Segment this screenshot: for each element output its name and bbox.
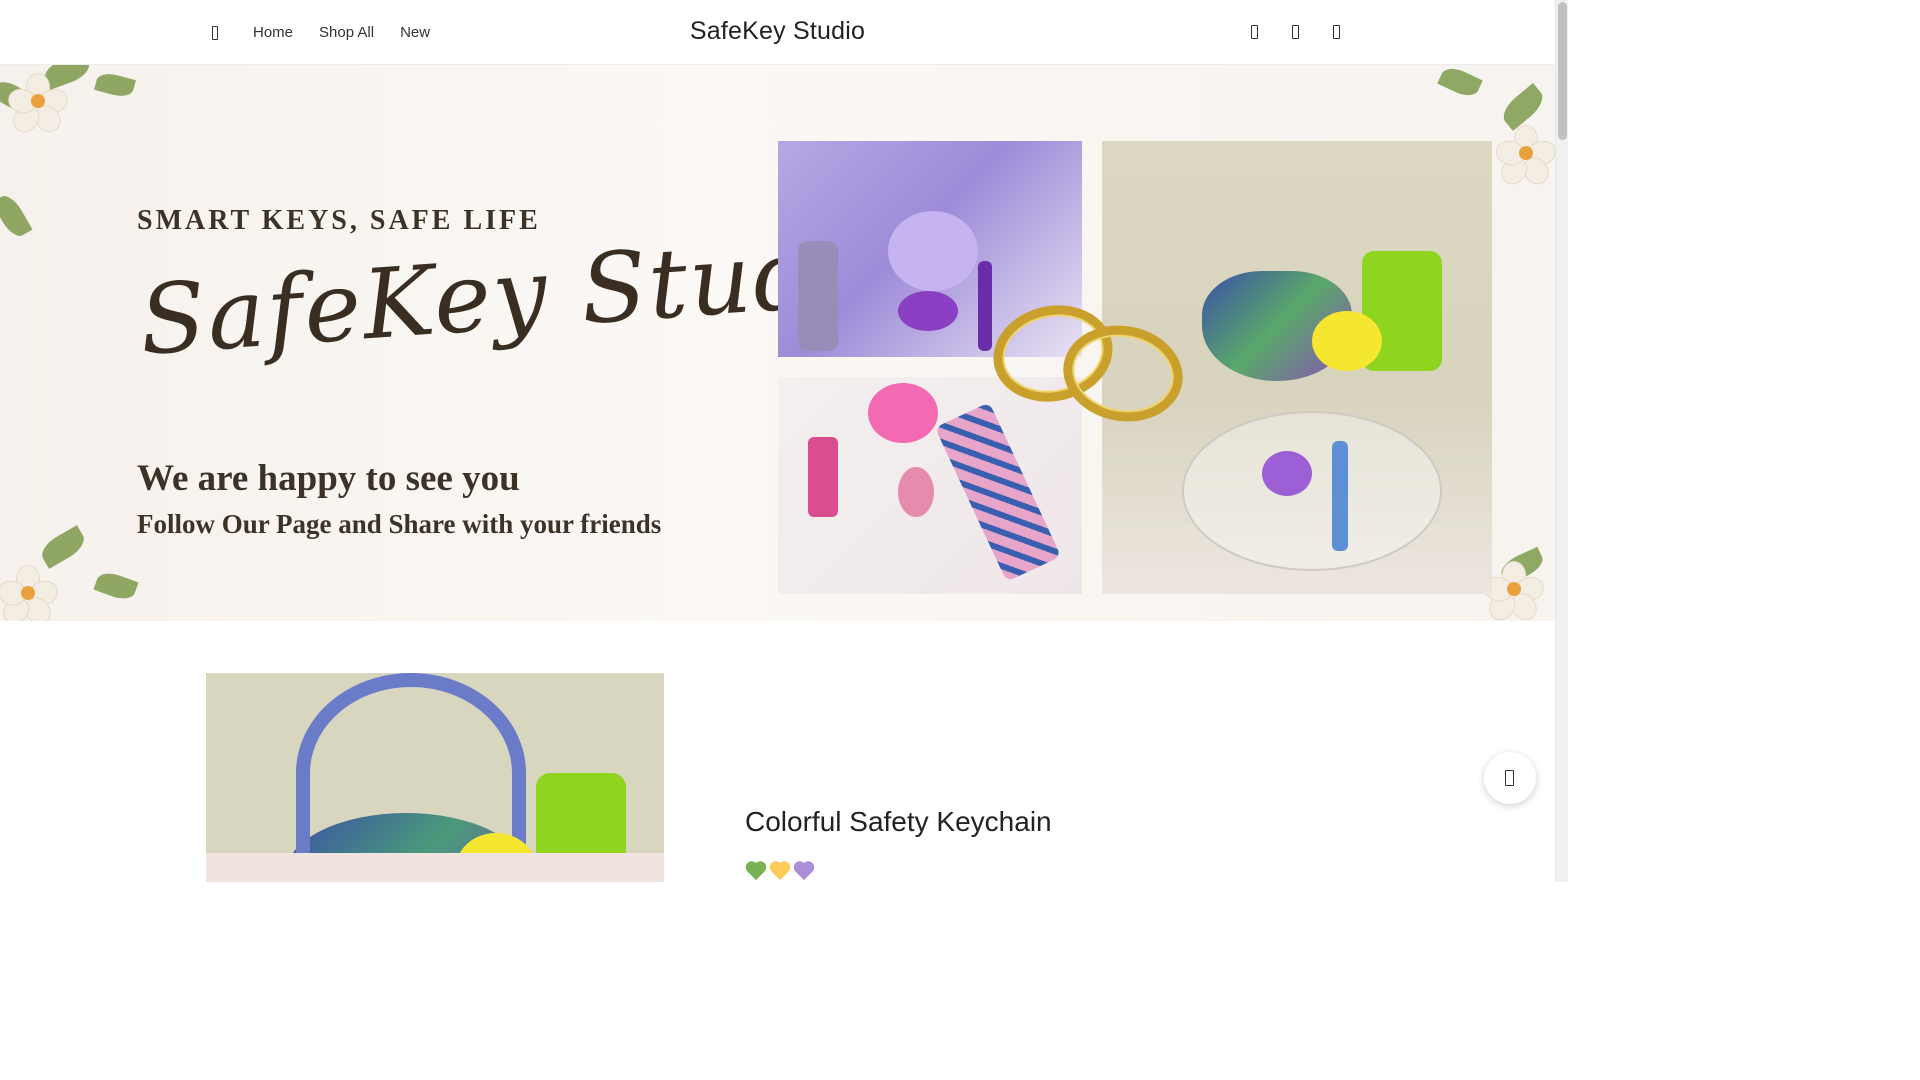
leaf-decoration: [0, 191, 33, 241]
scrollbar-thumb[interactable]: [1558, 2, 1567, 140]
yellow-heart-icon: [769, 862, 791, 882]
flower-decoration: [4, 73, 72, 138]
product-image[interactable]: [206, 673, 664, 882]
hero-tagline: SMART KEYS, SAFE LIFE: [137, 205, 541, 236]
product-emoji-hearts: [745, 862, 815, 882]
chat-icon[interactable]: [1484, 752, 1536, 804]
flower-decoration: [0, 565, 62, 621]
hero-follow-text: Follow Our Page and Share with your frie…: [137, 509, 662, 539]
hero-banner: SMART KEYS, SAFE LIFE SafeKey Studio We …: [0, 65, 1555, 621]
leaf-decoration: [93, 568, 139, 604]
hero-welcome-text: We are happy to see you: [137, 458, 520, 499]
account-icon[interactable]: [1289, 22, 1303, 42]
leaf-decoration: [94, 70, 136, 100]
search-icon[interactable]: [1248, 22, 1262, 42]
leaf-decoration: [37, 525, 89, 569]
flower-decoration: [1480, 561, 1548, 621]
header-actions: [1248, 22, 1344, 42]
green-heart-icon: [745, 862, 767, 882]
purple-heart-icon: [793, 862, 815, 882]
product-title: Colorful Safety Keychain: [745, 806, 1052, 837]
cart-icon[interactable]: [1330, 22, 1344, 42]
flower-decoration: [1492, 125, 1555, 190]
site-header: Home Shop All New SafeKey Studio: [0, 0, 1555, 65]
collage-pink-keychains: [778, 377, 1082, 594]
product-collage-image: [778, 141, 1492, 594]
leaf-decoration: [1437, 65, 1483, 101]
leaf-decoration: [1497, 83, 1549, 131]
page-scrollbar[interactable]: [1555, 0, 1568, 882]
